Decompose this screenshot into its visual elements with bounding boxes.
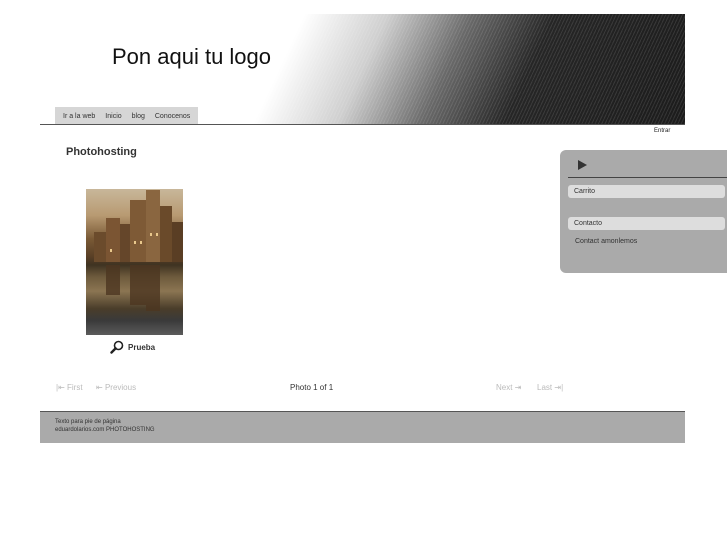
header-divider <box>40 124 685 125</box>
footer-line-1: Texto para pie de página <box>55 419 121 425</box>
header-banner: Pon aqui tu logo Ir a la web Inicio blog… <box>40 14 685 125</box>
photo-caption: Prueba <box>110 340 155 354</box>
page-title: Photohosting <box>66 146 137 158</box>
first-arrow-icon: |⇤ <box>56 383 65 392</box>
last-arrow-icon: ⇥| <box>554 383 564 392</box>
play-icon[interactable] <box>578 160 587 170</box>
photo-caption-label: Prueba <box>128 342 156 352</box>
pager-last-label: Last <box>537 383 553 392</box>
site-logo[interactable]: Pon aqui tu logo <box>112 44 271 70</box>
previous-arrow-icon: ⇤ <box>96 383 103 392</box>
footer-line-2: eduardolarios.com PHOTOHOSTING <box>55 426 155 433</box>
pager-first-link[interactable]: |⇤ First <box>56 383 83 392</box>
sidebar-panel: Carrito Contacto Contact amonlemos <box>560 150 727 273</box>
pager-first-label: First <box>67 383 83 392</box>
next-arrow-icon: ⇥ <box>514 383 522 392</box>
magnifier-icon[interactable] <box>110 340 124 354</box>
nav-item-web[interactable]: Ir a la web <box>58 113 100 120</box>
sidebar-contact-heading: Contacto <box>568 217 725 230</box>
nav-item-blog[interactable]: blog <box>127 113 150 120</box>
gallery-photo-thumbnail[interactable] <box>86 189 183 335</box>
main-nav: Ir a la web Inicio blog Conocenos <box>55 107 199 125</box>
pager-previous-label: Previous <box>104 383 137 392</box>
pager-status: Photo 1 of 1 <box>290 383 334 392</box>
nav-item-about[interactable]: Conocenos <box>150 113 195 120</box>
login-link[interactable]: Entrar <box>654 128 670 134</box>
pager-next-link[interactable]: Next ⇥ <box>496 383 521 392</box>
footer: Texto para pie de página eduardolarios.c… <box>40 412 685 443</box>
nav-item-home[interactable]: Inicio <box>100 113 126 120</box>
sidebar-divider <box>568 177 727 178</box>
pager-next-label: Next <box>496 383 513 392</box>
sidebar-contact-link[interactable]: Contact amonlemos <box>575 238 637 245</box>
pager-last-link[interactable]: Last ⇥| <box>537 383 563 392</box>
sidebar-cart-heading: Carrito <box>568 185 725 198</box>
pager-previous-link[interactable]: ⇤ Previous <box>96 383 136 392</box>
